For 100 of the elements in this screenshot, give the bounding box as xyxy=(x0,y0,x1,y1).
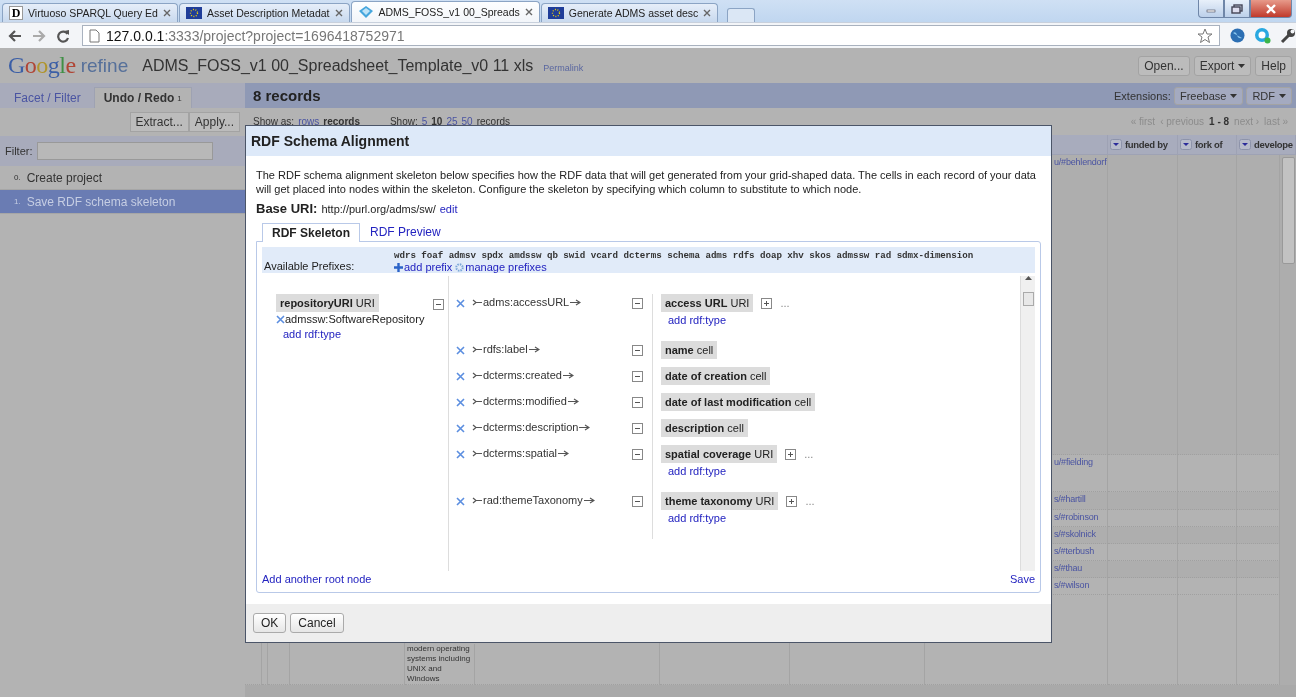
expand-icon[interactable] xyxy=(761,297,773,309)
node-label[interactable]: repositoryURI URI xyxy=(276,294,379,312)
filter-field[interactable] xyxy=(36,142,213,160)
property-link[interactable]: dcterms:description xyxy=(472,421,632,433)
toolbar-button[interactable]: Apply... xyxy=(188,112,240,132)
more-menu[interactable]: ... xyxy=(804,448,814,460)
property-link[interactable]: adms:accessURL xyxy=(472,296,632,308)
add-root-node-link[interactable]: Add another root node xyxy=(262,573,372,585)
property-link[interactable]: rad:themeTaxonomy xyxy=(472,494,632,506)
more-menu[interactable]: ... xyxy=(780,297,790,309)
node-label[interactable]: description cell xyxy=(661,419,748,437)
address-field[interactable]: 127.0.0.1:3333/project?project=1696418752971 xyxy=(82,25,1220,46)
close-icon[interactable] xyxy=(334,9,343,17)
property-link[interactable]: rdfs:label xyxy=(472,343,632,355)
add-prefix-link[interactable]: add prefix xyxy=(394,261,453,273)
wrench-icon[interactable] xyxy=(1280,27,1296,44)
chat-icon[interactable] xyxy=(1254,27,1271,44)
remove-icon[interactable] xyxy=(456,497,465,506)
view-option[interactable]: records xyxy=(323,116,360,127)
close-icon[interactable] xyxy=(703,9,712,17)
dialog-tab[interactable]: RDF Preview xyxy=(360,222,451,241)
base-uri-label: Base URI: xyxy=(256,201,318,216)
menu-button[interactable]: Freebase xyxy=(1173,86,1244,105)
property-link[interactable]: dcterms:created xyxy=(472,369,632,381)
minimize-button[interactable] xyxy=(1198,0,1224,18)
add-type-link[interactable]: add rdf:type xyxy=(661,512,1020,524)
collapse-icon[interactable] xyxy=(632,298,643,309)
dialog-button[interactable]: Cancel xyxy=(290,613,344,633)
add-type-link[interactable]: add rdf:type xyxy=(661,465,1020,477)
page-range: 1 - 8 xyxy=(1209,116,1230,127)
close-icon[interactable] xyxy=(524,8,533,16)
flag-icon xyxy=(185,7,202,19)
more-menu[interactable]: ... xyxy=(805,495,815,507)
collapse-icon[interactable] xyxy=(433,299,444,310)
dropdown-icon[interactable] xyxy=(1239,139,1251,150)
column-header[interactable]: develope xyxy=(1237,135,1296,155)
add-type-link[interactable]: add rdf:type xyxy=(276,328,425,340)
collapse-icon[interactable] xyxy=(632,345,643,356)
node-label[interactable]: access URL URI xyxy=(661,294,754,312)
remove-icon[interactable] xyxy=(456,346,465,355)
edit-link[interactable]: edit xyxy=(439,203,458,215)
node-label[interactable]: name cell xyxy=(661,341,718,359)
dialog-title: RDF Schema Alignment xyxy=(251,133,410,149)
remove-icon[interactable] xyxy=(456,372,465,381)
browser-tab[interactable]: Asset Description Metadat xyxy=(178,3,350,22)
remove-icon[interactable] xyxy=(456,299,465,308)
dialog-button[interactable]: OK xyxy=(253,613,287,633)
collapse-icon[interactable] xyxy=(632,449,643,460)
back-icon[interactable] xyxy=(8,29,22,42)
vertical-scrollbar[interactable] xyxy=(1020,276,1035,571)
collapse-icon[interactable] xyxy=(632,423,643,434)
reload-icon[interactable] xyxy=(56,28,70,43)
collapse-icon[interactable] xyxy=(632,397,643,408)
expand-icon[interactable] xyxy=(786,495,798,507)
browser-tab[interactable]: Generate ADMS asset desc xyxy=(540,3,719,22)
column-title: fork of xyxy=(1195,139,1223,150)
node-label[interactable]: spatial coverage URI xyxy=(661,445,778,463)
node-label[interactable]: theme taxonomy URI xyxy=(661,492,779,510)
node-label[interactable]: date of creation cell xyxy=(661,367,771,385)
toolbar-button[interactable]: Extract... xyxy=(129,112,189,132)
menu-button[interactable]: Export xyxy=(1193,55,1252,76)
expand-icon[interactable] xyxy=(785,448,797,460)
diamond-icon xyxy=(357,5,374,19)
save-link[interactable]: Save xyxy=(1009,573,1035,585)
browser-tab[interactable]: D Virtuoso SPARQL Query Ed xyxy=(2,3,178,22)
star-icon[interactable] xyxy=(1197,27,1213,44)
arrow-icon xyxy=(579,423,591,431)
collapse-icon[interactable] xyxy=(632,371,643,382)
column-header[interactable]: fork of xyxy=(1178,135,1237,155)
close-icon[interactable] xyxy=(162,9,171,17)
close-button[interactable] xyxy=(1250,0,1292,18)
arrow-tail-icon xyxy=(472,345,482,353)
browser-tab[interactable]: ADMS_FOSS_v1 00_Spreads xyxy=(350,1,540,22)
toolbar-button[interactable]: Help xyxy=(1255,55,1292,76)
remove-icon[interactable] xyxy=(456,398,465,407)
add-type-link[interactable]: add rdf:type xyxy=(661,314,1020,326)
scroll-thumb[interactable] xyxy=(1281,157,1295,264)
url-host: 127.0.0.1 xyxy=(106,27,165,44)
prefix-list: wdrs foaf admsv spdx amdssw qb swid vcard dcterms schema adms rdfs doap xhv skos admssw rad sdmx-dimension xyxy=(394,250,974,261)
dropdown-icon[interactable] xyxy=(1110,139,1122,150)
maximize-button[interactable] xyxy=(1224,0,1250,18)
vertical-scrollbar[interactable] xyxy=(1280,155,1296,685)
remove-icon[interactable] xyxy=(456,424,465,433)
collapse-icon[interactable] xyxy=(632,496,643,507)
dropdown-icon[interactable] xyxy=(1180,139,1192,150)
node-label[interactable]: date of last modification cell xyxy=(661,393,816,411)
property-link[interactable]: dcterms:spatial xyxy=(472,447,632,459)
page-size-option[interactable]: 10 xyxy=(431,116,443,127)
toolbar-button[interactable]: Open... xyxy=(1138,55,1190,76)
remove-icon[interactable] xyxy=(276,314,285,324)
column-title: develope xyxy=(1254,139,1293,150)
dialog-tab[interactable]: RDF Skeleton xyxy=(262,223,360,242)
remove-icon[interactable] xyxy=(456,450,465,459)
menu-button[interactable]: RDF xyxy=(1246,86,1292,105)
manage-prefixes-link[interactable]: manage prefixes xyxy=(455,261,547,273)
column-header[interactable]: funded by xyxy=(1108,135,1178,155)
property-link[interactable]: dcterms:modified xyxy=(472,395,632,407)
globe-icon[interactable] xyxy=(1230,28,1245,43)
panel-tab[interactable]: Undo / Redo $^{1}$ xyxy=(93,87,192,108)
scroll-thumb[interactable] xyxy=(1022,292,1034,306)
